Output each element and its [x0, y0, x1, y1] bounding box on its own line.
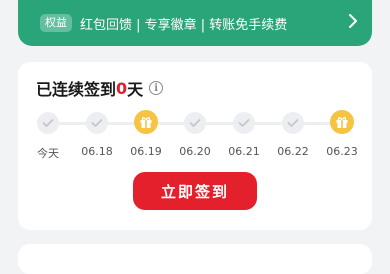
checkin-day-label: 06.21: [228, 145, 260, 158]
checkin-day-label: 06.19: [130, 145, 162, 158]
checkin-title-suffix: 天: [127, 80, 144, 99]
checkin-title-prefix: 已连续签到: [36, 80, 117, 99]
progress-connector: [303, 122, 332, 125]
gift-icon: [330, 110, 354, 134]
checkin-date-labels: 今天 06.18 06.19 06.20 06.21 06.22 06.23: [18, 145, 372, 160]
progress-connector: [205, 122, 234, 125]
progress-connector: [107, 122, 136, 125]
benefits-banner[interactable]: 权益 红包回馈 | 专享徽章 | 转账免手续费: [18, 0, 372, 46]
progress-connector: [58, 122, 87, 125]
chevron-right-icon: [348, 14, 358, 32]
checkin-day-label: 06.23: [326, 145, 358, 158]
check-icon: [37, 112, 59, 134]
next-card: [18, 244, 372, 274]
check-icon: [233, 112, 255, 134]
checkin-day-label: 06.22: [277, 145, 309, 158]
checkin-day-label: 06.18: [81, 145, 113, 158]
benefits-badge: 权益: [40, 14, 72, 32]
gift-icon: [134, 110, 158, 134]
progress-connector: [254, 122, 283, 125]
progress-connector: [156, 122, 185, 125]
check-icon: [86, 112, 108, 134]
checkin-card: 已连续签到 0 天 i 今天 06.18 06.19 06.20 06.21 06.22 06.…: [18, 62, 372, 230]
checkin-days-count: 0: [116, 78, 128, 98]
info-icon[interactable]: i: [149, 81, 164, 95]
benefits-text: 红包回馈 | 专享徽章 | 转账免手续费: [80, 17, 288, 33]
check-icon: [282, 112, 304, 134]
checkin-button[interactable]: 立即签到: [133, 172, 257, 210]
check-icon: [184, 112, 206, 134]
checkin-day-label: 今天: [37, 147, 59, 160]
checkin-progress-track: [18, 110, 372, 134]
checkin-title: 已连续签到 0 天 i: [36, 76, 164, 100]
checkin-day-label: 06.20: [179, 145, 211, 158]
